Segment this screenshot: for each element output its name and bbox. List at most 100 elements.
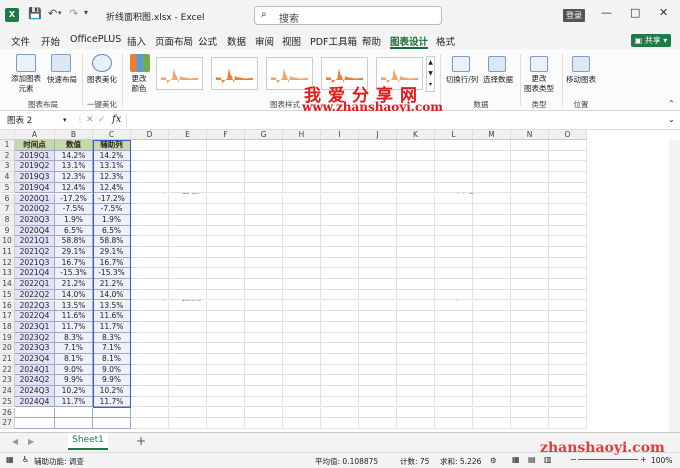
page-layout-view-icon[interactable]: ▤	[528, 455, 536, 464]
cell-C27[interactable]	[93, 418, 131, 429]
cell-B7[interactable]: -7.5%	[55, 204, 93, 215]
cell-K23[interactable]	[397, 375, 435, 387]
cell-J9[interactable]	[359, 225, 397, 237]
cell-I15[interactable]	[321, 289, 359, 301]
cell-K3[interactable]	[397, 161, 435, 173]
change-chart-type-icon[interactable]	[530, 56, 548, 72]
cell-I1[interactable]	[321, 140, 359, 151]
cell-G2[interactable]	[245, 150, 283, 162]
sheet-prev-icon[interactable]: ◀	[12, 437, 18, 446]
cell-G20[interactable]	[245, 343, 283, 354]
cell-N6[interactable]	[511, 193, 549, 205]
cell-A23[interactable]: 2024Q2	[15, 375, 55, 387]
display-settings-icon[interactable]: ⚙	[490, 456, 497, 465]
row-header-14[interactable]: 14	[0, 279, 15, 290]
cell-O26[interactable]	[549, 407, 587, 419]
cell-F2[interactable]	[207, 150, 245, 162]
cell-K11[interactable]	[397, 247, 435, 258]
cell-M4[interactable]	[473, 172, 511, 183]
cell-H2[interactable]	[283, 150, 321, 162]
cell-L11[interactable]	[435, 247, 473, 258]
cell-K10[interactable]	[397, 236, 435, 247]
zoom-slider[interactable]	[578, 459, 638, 460]
cell-D14[interactable]	[131, 279, 169, 290]
cell-M27[interactable]	[473, 418, 511, 429]
cell-O13[interactable]	[549, 268, 587, 280]
cell-J12[interactable]	[359, 257, 397, 269]
cell-J21[interactable]	[359, 354, 397, 365]
cell-M18[interactable]	[473, 321, 511, 333]
cell-E19[interactable]	[169, 332, 207, 344]
cell-A15[interactable]: 2022Q2	[15, 289, 55, 301]
cell-G18[interactable]	[245, 321, 283, 333]
change-colors-button[interactable]: 更改 颜色	[124, 74, 154, 94]
cell-A13[interactable]: 2021Q4	[15, 268, 55, 280]
cell-J2[interactable]	[359, 150, 397, 162]
cell-G11[interactable]	[245, 247, 283, 258]
cell-I5[interactable]	[321, 182, 359, 194]
tab-11[interactable]: 图表设计	[390, 34, 428, 48]
cell-N17[interactable]	[511, 311, 549, 322]
cell-B10[interactable]: 58.8%	[55, 236, 93, 247]
quick-layout-icon[interactable]	[51, 54, 71, 72]
cell-B16[interactable]: 13.5%	[55, 300, 93, 312]
column-header-K[interactable]: K	[397, 130, 435, 140]
formula-input[interactable]	[126, 114, 666, 128]
cell-I18[interactable]	[321, 321, 359, 333]
cell-N16[interactable]	[511, 300, 549, 312]
cell-B26[interactable]	[55, 407, 93, 419]
change-colors-icon[interactable]	[130, 54, 150, 72]
sheet-next-icon[interactable]: ▶	[28, 437, 34, 446]
cell-F11[interactable]	[207, 247, 245, 258]
cell-J3[interactable]	[359, 161, 397, 173]
cell-L10[interactable]	[435, 236, 473, 247]
move-chart-button[interactable]: 移动图表	[564, 74, 598, 85]
cell-J27[interactable]	[359, 418, 397, 429]
cell-D27[interactable]	[131, 418, 169, 429]
cell-E15[interactable]	[169, 289, 207, 301]
cell-N21[interactable]	[511, 354, 549, 365]
normal-view-icon[interactable]: ▦	[512, 455, 520, 464]
zoom-in-icon[interactable]: +	[640, 455, 647, 464]
zoom-out-icon[interactable]: −	[570, 455, 577, 464]
cell-O27[interactable]	[549, 418, 587, 429]
cell-B9[interactable]: 6.5%	[55, 225, 93, 237]
cell-L13[interactable]	[435, 268, 473, 280]
cell-M17[interactable]	[473, 311, 511, 322]
cell-H8[interactable]	[283, 214, 321, 226]
name-box[interactable]: 图表 2	[4, 114, 64, 128]
column-header-C[interactable]: C	[93, 130, 131, 140]
name-box-dropdown-icon[interactable]: ▾	[63, 116, 67, 124]
cell-E7[interactable]	[169, 204, 207, 215]
undo-icon[interactable]: ↶	[48, 7, 57, 20]
cell-B3[interactable]: 13.1%	[55, 161, 93, 173]
cell-B14[interactable]: 21.2%	[55, 279, 93, 290]
cell-N25[interactable]	[511, 396, 549, 408]
cell-J1[interactable]	[359, 140, 397, 151]
cell-F4[interactable]	[207, 172, 245, 183]
cell-H18[interactable]	[283, 321, 321, 333]
cell-L26[interactable]	[435, 407, 473, 419]
cell-I21[interactable]	[321, 354, 359, 365]
cell-M6[interactable]	[473, 193, 511, 205]
cell-E20[interactable]	[169, 343, 207, 354]
cell-L18[interactable]	[435, 321, 473, 333]
cell-J17[interactable]	[359, 311, 397, 322]
row-header-18[interactable]: 18	[0, 321, 15, 333]
row-header-22[interactable]: 22	[0, 364, 15, 376]
cell-D17[interactable]	[131, 311, 169, 322]
row-header-27[interactable]: 27	[0, 418, 15, 429]
cell-D9[interactable]	[131, 225, 169, 237]
search-box[interactable]: ⌕ 搜索	[254, 6, 442, 25]
cell-N15[interactable]	[511, 289, 549, 301]
cell-N11[interactable]	[511, 247, 549, 258]
column-header-L[interactable]: L	[435, 130, 473, 140]
cell-A19[interactable]: 2023Q2	[15, 332, 55, 344]
cell-K20[interactable]	[397, 343, 435, 354]
row-header-16[interactable]: 16	[0, 300, 15, 312]
cell-L7[interactable]	[435, 204, 473, 215]
cell-B11[interactable]: 29.1%	[55, 247, 93, 258]
chart-style-2[interactable]	[211, 57, 258, 90]
move-chart-icon[interactable]	[572, 56, 590, 72]
row-header-26[interactable]: 26	[0, 407, 15, 419]
